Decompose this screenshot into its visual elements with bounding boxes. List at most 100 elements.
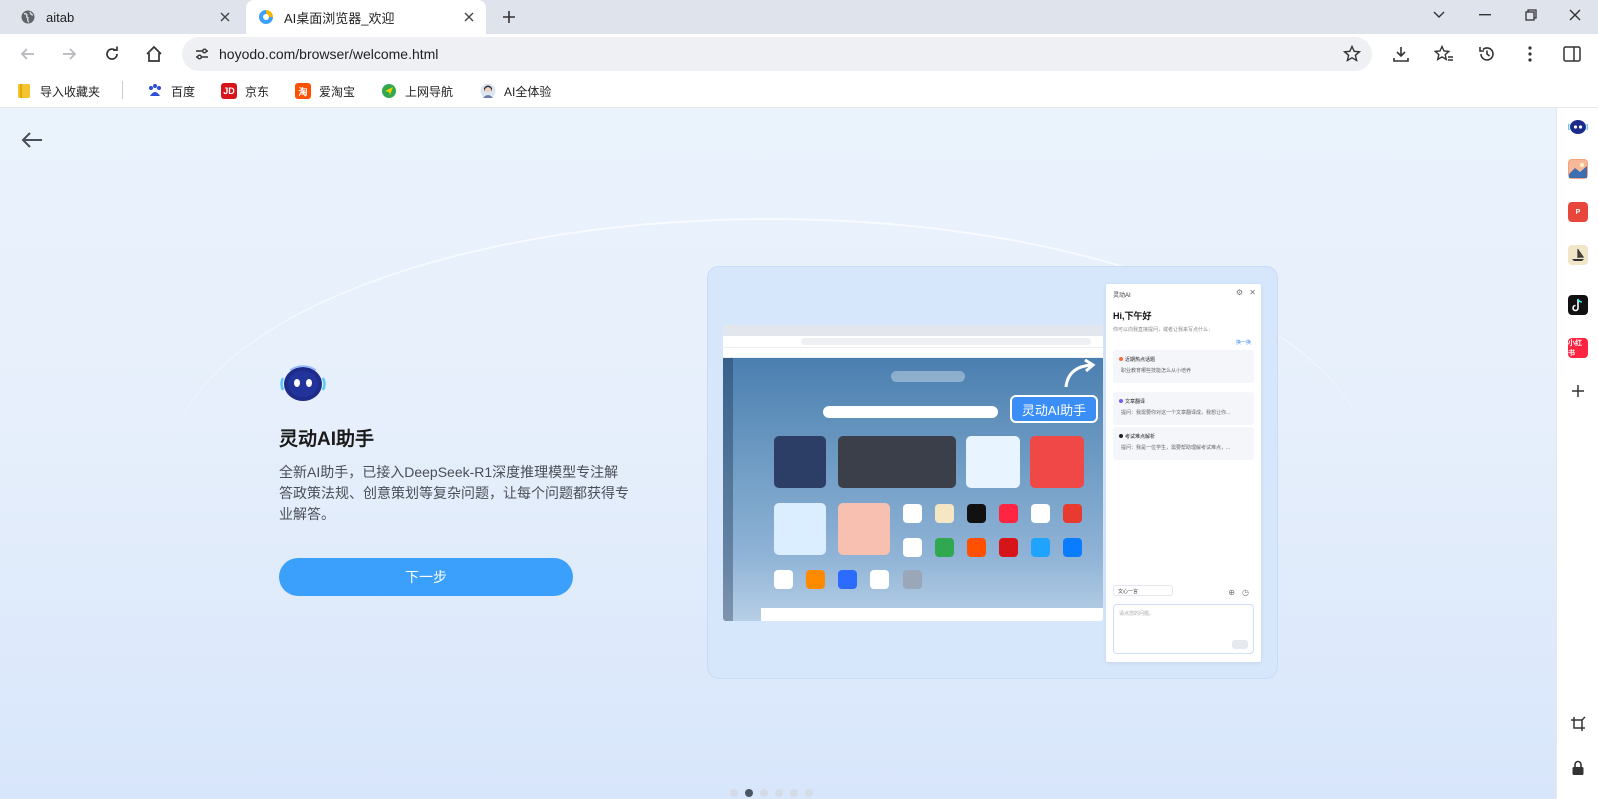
ai-robot-icon[interactable] <box>1568 117 1588 137</box>
bookmark-import[interactable]: 导入收藏夹 <box>16 81 100 101</box>
pager-dot[interactable] <box>790 789 798 797</box>
download-icon[interactable] <box>1387 40 1415 68</box>
history-icon[interactable] <box>1473 40 1501 68</box>
fire-icon <box>1119 357 1123 361</box>
reload-icon[interactable] <box>98 40 126 68</box>
navigation-icon <box>381 83 397 99</box>
suggestion-card: 考试难点解析 提问：我是一位学生，需要帮助理解考试难点，... <box>1113 427 1254 460</box>
globe-icon <box>20 9 36 25</box>
address-bar[interactable]: hoyodo.com/browser/welcome.html <box>182 37 1372 71</box>
tab-welcome[interactable]: AI桌面浏览器_欢迎 <box>246 0 486 34</box>
suggestion-desc: 提问：我是一位学生，需要帮助理解考试难点，... <box>1121 445 1231 451</box>
new-tab-button[interactable] <box>498 6 520 28</box>
pager-dot[interactable] <box>730 789 738 797</box>
home-icon[interactable] <box>140 40 168 68</box>
next-button[interactable]: 下一步 <box>279 558 573 596</box>
taobao-icon: 淘 <box>295 83 311 99</box>
bookmark-star-icon[interactable] <box>1340 42 1364 66</box>
mini-weather-card <box>774 436 826 488</box>
bookmark-taobao[interactable]: 淘 爱淘宝 <box>295 81 355 101</box>
mini-ai-card <box>966 436 1020 488</box>
mini-game-card <box>774 503 826 555</box>
menu-icon[interactable] <box>1516 40 1544 68</box>
close-tab-icon[interactable] <box>460 8 478 26</box>
favorites-icon[interactable] <box>1430 40 1458 68</box>
tab-search-icon[interactable] <box>1416 0 1462 30</box>
bookmark-ai-experience[interactable]: AI全体验 <box>480 81 551 101</box>
bookmark-label: 京东 <box>245 84 270 99</box>
exam-icon <box>1119 434 1123 438</box>
mini-app-icon <box>903 570 922 589</box>
suggestion-title: 考试难点解析 <box>1125 434 1156 440</box>
site-info-icon[interactable] <box>190 42 214 66</box>
pdf-icon[interactable]: P <box>1568 202 1588 222</box>
boat-icon[interactable] <box>1568 245 1588 265</box>
input-placeholder: 请点您的问题。 <box>1119 611 1155 617</box>
toolbar: hoyodo.com/browser/welcome.html <box>0 34 1598 74</box>
curved-arrow-icon <box>1064 359 1096 388</box>
bookmark-label: 导入收藏夹 <box>40 84 101 99</box>
mini-wallpaper-card <box>838 503 890 555</box>
send-icon <box>1232 640 1248 649</box>
mini-app-icon <box>935 504 954 523</box>
suggestion-desc: 职业教育哪些技能怎么从小培养 <box>1121 368 1192 374</box>
mini-app-icon <box>1031 504 1050 523</box>
baidu-icon <box>147 83 163 99</box>
ai-avatar-icon <box>480 83 496 99</box>
mini-app-icon <box>774 570 793 589</box>
sidebar-toggle-icon[interactable] <box>1558 40 1586 68</box>
forward-icon[interactable] <box>55 40 83 68</box>
close-icon: ✕ <box>1249 288 1256 297</box>
crop-icon[interactable] <box>1568 714 1588 734</box>
close-tab-icon[interactable] <box>216 8 234 26</box>
restore-icon[interactable] <box>1508 0 1554 30</box>
mini-browser-screenshot <box>723 325 1103 621</box>
suggestion-desc: 提问：我需要你对这一个文章翻译成，我想让你... <box>1121 410 1231 416</box>
lock-icon[interactable] <box>1568 758 1588 778</box>
mini-app-icon <box>1063 504 1082 523</box>
ai-greeting: Hi,下午好 <box>1113 311 1152 321</box>
ai-input-box: 请点您的问题。 <box>1113 604 1254 654</box>
minimize-icon[interactable] <box>1462 0 1508 30</box>
mini-app-icon <box>967 538 986 557</box>
bookmark-baidu[interactable]: 百度 <box>147 81 195 101</box>
mini-toolbar <box>723 336 1103 348</box>
mini-app-icon <box>903 504 922 523</box>
wallpaper-icon[interactable] <box>1568 159 1588 179</box>
bookmark-jd[interactable]: JD 京东 <box>221 81 269 101</box>
url-text[interactable]: hoyodo.com/browser/welcome.html <box>219 46 438 62</box>
suggestion-card: 近期热点话题 职业教育哪些技能怎么从小培养 <box>1113 350 1254 383</box>
tab-aitab[interactable]: aitab <box>8 0 242 34</box>
close-window-icon[interactable] <box>1552 0 1598 30</box>
back-icon[interactable] <box>14 40 42 68</box>
bookmark-label: 上网导航 <box>405 84 454 99</box>
tiktok-icon[interactable] <box>1568 295 1588 315</box>
model-selector: 文心一言 <box>1113 585 1173 596</box>
add-icon[interactable] <box>1568 381 1588 401</box>
refresh-suggestions: 换一换 <box>1235 340 1251 346</box>
tab-strip: aitab AI桌面浏览器_欢迎 <box>0 0 1598 34</box>
mini-app-icon <box>967 504 986 523</box>
ai-chat-panel: 灵动AI ⚙ ✕ Hi,下午好 你可以向我直接提问，或者让我来写点什么： 换一换… <box>1106 284 1261 662</box>
folder-icon <box>16 83 32 99</box>
browser-logo-icon <box>258 9 274 25</box>
pager-dots <box>730 789 813 797</box>
bookmark-navigation[interactable]: 上网导航 <box>381 81 453 101</box>
bookmark-label: AI全体验 <box>504 84 552 99</box>
ai-subtitle: 你可以向我直接提问，或者让我来写点什么： <box>1113 327 1214 333</box>
suggestion-card: 文章翻译 提问：我需要你对这一个文章翻译成，我想让你... <box>1113 392 1254 425</box>
pager-dot[interactable] <box>805 789 813 797</box>
mini-address-bar <box>801 338 1091 345</box>
pager-dot[interactable] <box>760 789 768 797</box>
ai-panel-header: 灵动AI <box>1113 293 1131 299</box>
settings-icon: ⚙ <box>1235 288 1243 297</box>
mini-app-icon <box>903 538 922 557</box>
mini-app-icon <box>870 570 889 589</box>
pager-dot-active[interactable] <box>745 789 753 797</box>
add-icon: ⊕ <box>1228 588 1235 597</box>
xiaohongshu-icon[interactable]: 小红书 <box>1568 338 1588 358</box>
back-arrow-icon[interactable] <box>18 126 46 154</box>
mini-app-icon <box>999 538 1018 557</box>
jd-icon: JD <box>221 83 237 99</box>
pager-dot[interactable] <box>775 789 783 797</box>
